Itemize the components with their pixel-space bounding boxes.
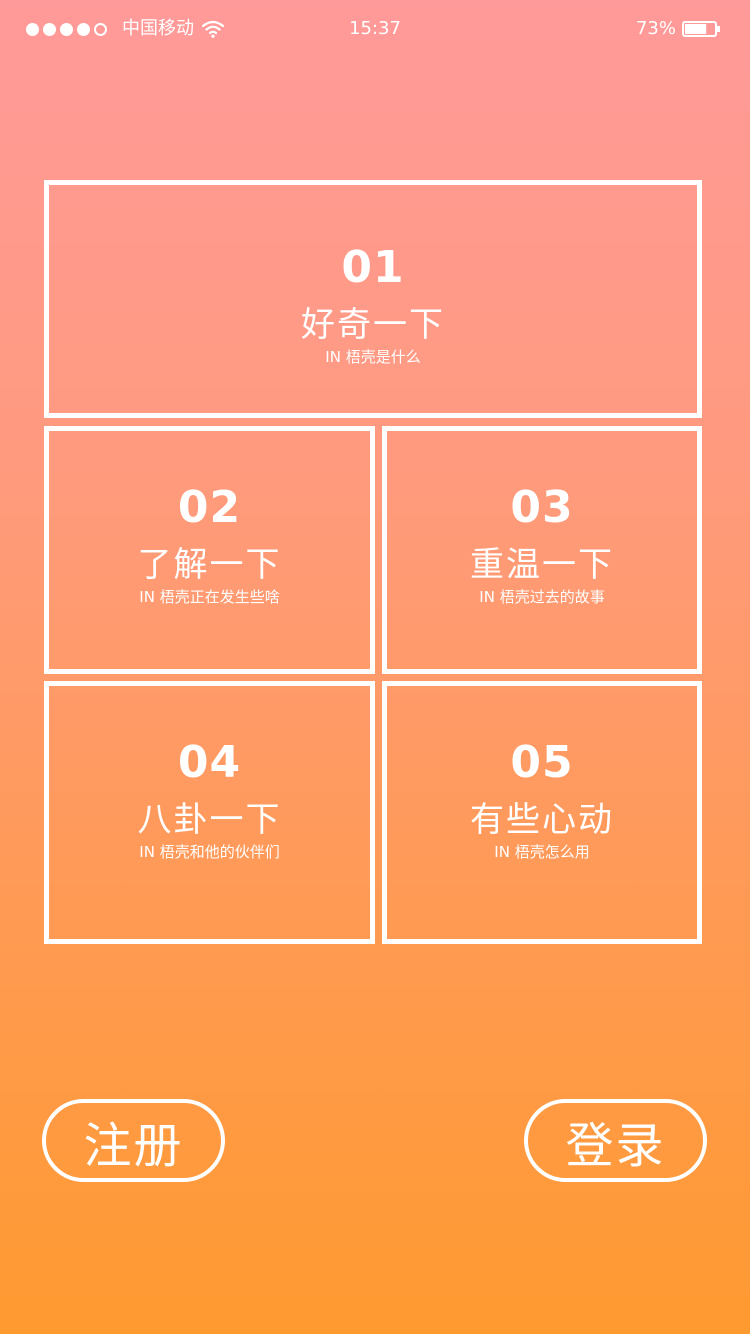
card-subtitle: IN 梧壳是什么 [325, 348, 421, 366]
card-title: 有些心动 [470, 800, 614, 840]
card-title: 八卦一下 [137, 800, 282, 840]
card-subtitle: IN 梧壳怎么用 [494, 843, 590, 861]
card-number: 03 [510, 482, 574, 533]
card-03[interactable]: 03 重温一下 IN 梧壳过去的故事 [382, 426, 702, 674]
card-subtitle: IN 梧壳正在发生些啥 [139, 588, 280, 606]
card-title: 重温一下 [470, 545, 614, 585]
card-02[interactable]: 02 了解一下 IN 梧壳正在发生些啥 [44, 426, 375, 674]
status-bar: 中国移动 15:37 73% [0, 0, 750, 60]
card-number: 05 [510, 737, 574, 788]
login-button[interactable]: 登录 [524, 1099, 707, 1182]
card-subtitle: IN 梧壳和他的伙伴们 [139, 843, 280, 861]
card-subtitle: IN 梧壳过去的故事 [479, 588, 605, 606]
app-screen: 中国移动 15:37 73% 01 好奇一下 IN 梧壳是什么 02 了解一下 … [0, 0, 750, 1334]
card-number: 04 [177, 737, 242, 788]
register-button[interactable]: 注册 [42, 1099, 225, 1182]
card-title: 了解一下 [137, 545, 282, 585]
battery-percentage: 73% [635, 18, 676, 39]
card-05[interactable]: 05 有些心动 IN 梧壳怎么用 [382, 681, 702, 944]
card-number: 02 [177, 482, 242, 533]
card-title: 好奇一下 [301, 305, 445, 345]
battery-icon [682, 21, 720, 37]
card-number: 01 [341, 242, 405, 293]
card-01[interactable]: 01 好奇一下 IN 梧壳是什么 [44, 180, 702, 418]
card-04[interactable]: 04 八卦一下 IN 梧壳和他的伙伴们 [44, 681, 375, 944]
